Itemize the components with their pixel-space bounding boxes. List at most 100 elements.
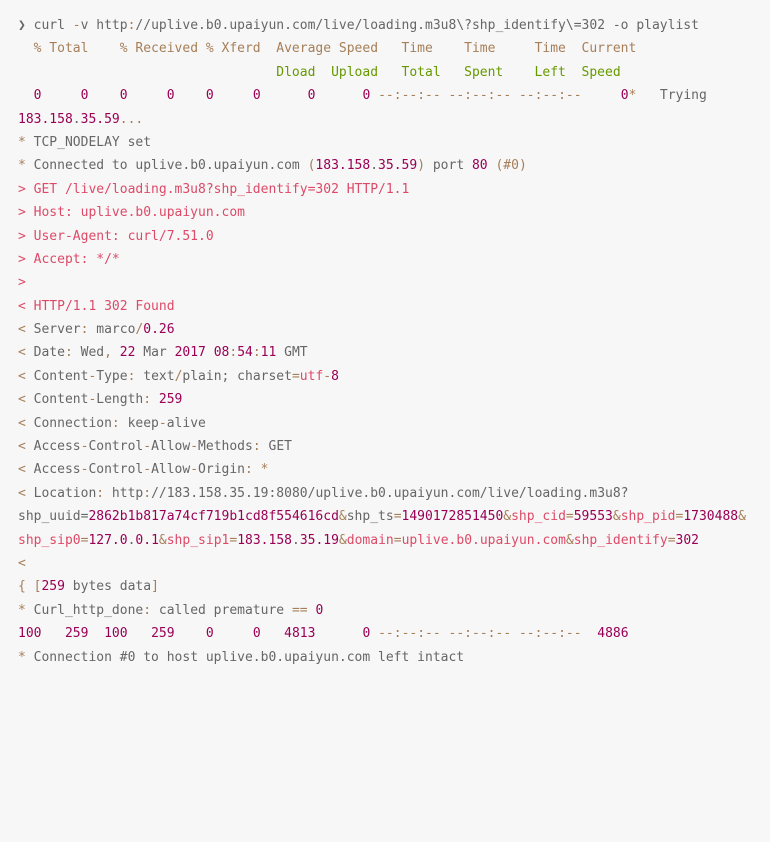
code-token: <	[18, 322, 26, 337]
code-token: Mar	[135, 345, 174, 360]
code-token: marco	[88, 322, 135, 337]
code-token: Control	[88, 462, 143, 477]
code-token: :	[65, 345, 73, 360]
code-token: 100	[104, 626, 127, 641]
code-token: Connected to uplive.b0.upaiyun.com	[26, 158, 308, 173]
code-token: 0	[253, 88, 261, 103]
code-token: <	[18, 486, 26, 501]
code-token: -	[159, 416, 167, 431]
code-token: utf	[300, 369, 323, 384]
code-token: <	[18, 462, 26, 477]
code-token: text	[135, 369, 174, 384]
code-token	[214, 88, 253, 103]
code-token: ==	[292, 603, 308, 618]
code-token: 35.59	[81, 112, 120, 127]
code-token: :	[253, 345, 261, 360]
code-token: > Host: uplive.b0.upaiyun.com	[18, 205, 245, 220]
code-token: :	[229, 345, 237, 360]
code-token	[41, 88, 80, 103]
code-token: 1730488	[683, 509, 738, 524]
code-token: <	[18, 369, 26, 384]
code-token: keep	[120, 416, 159, 431]
code-token: 183.158	[18, 112, 73, 127]
code-token: 127.0	[88, 533, 127, 548]
code-token: Access	[26, 462, 81, 477]
code-token	[261, 626, 284, 641]
code-token: <	[18, 416, 26, 431]
code-token	[88, 626, 104, 641]
code-token: Wed	[73, 345, 104, 360]
code-token: =	[292, 369, 300, 384]
code-token: <	[18, 556, 26, 571]
code-token: 35.59	[378, 158, 417, 173]
code-token: *	[18, 135, 26, 150]
code-token: shp_cid	[511, 509, 566, 524]
code-token: shp_sip1	[167, 533, 230, 548]
code-token: :	[143, 603, 151, 618]
code-token	[261, 88, 308, 103]
code-token: Connection	[26, 416, 112, 431]
code-token: &	[738, 509, 746, 524]
code-token: -	[190, 462, 198, 477]
code-token: )	[417, 158, 425, 173]
code-token: shp_sip0	[18, 533, 81, 548]
code-token: 0	[167, 88, 175, 103]
code-token: .	[73, 112, 81, 127]
code-token: &	[339, 509, 347, 524]
code-token: Allow	[151, 462, 190, 477]
code-token: &	[613, 509, 621, 524]
code-token: >	[18, 275, 26, 290]
code-token: --:--:-- --:--:-- --:--:--	[378, 626, 582, 641]
code-token: :	[112, 416, 120, 431]
code-token: -	[323, 369, 331, 384]
code-token: ]	[151, 579, 159, 594]
code-token: Connection #0 to host uplive.b0.upaiyun.…	[26, 650, 464, 665]
code-token: Length	[96, 392, 143, 407]
code-token: 35.19	[300, 533, 339, 548]
code-token: 302	[676, 533, 699, 548]
code-content: ❯ curl -v http://uplive.b0.upaiyun.com/l…	[18, 18, 746, 665]
code-token: :	[245, 462, 253, 477]
code-token: 259	[41, 579, 64, 594]
code-token: domain	[347, 533, 394, 548]
code-token: shp_pid	[621, 509, 676, 524]
code-token: :	[253, 439, 261, 454]
code-token: =	[394, 533, 402, 548]
code-token: -	[73, 18, 81, 33]
code-token	[214, 626, 253, 641]
code-token: bytes data	[65, 579, 151, 594]
code-token: 4813	[284, 626, 315, 641]
code-token: plain; charset	[182, 369, 292, 384]
code-token	[582, 626, 598, 641]
code-token: .	[370, 158, 378, 173]
code-token: Location	[26, 486, 96, 501]
code-token: =	[229, 533, 237, 548]
code-token	[128, 626, 151, 641]
code-token: Curl_http_done	[26, 603, 143, 618]
code-token: //uplive.b0.upaiyun.com/live/loading.m3u…	[135, 18, 699, 33]
code-token: < HTTP/1.1 302 Found	[18, 299, 175, 314]
code-token: Dload Upload Total Spent Left Speed	[276, 65, 620, 80]
code-token: {	[18, 579, 34, 594]
code-token: *	[18, 603, 26, 618]
code-token: 4886	[597, 626, 628, 641]
code-token: http	[104, 486, 143, 501]
code-token: 08	[214, 345, 230, 360]
code-token: 2862b1b817a74cf719b1cd8f554616cd	[88, 509, 338, 524]
code-token: -	[143, 462, 151, 477]
code-token	[41, 626, 64, 641]
code-token: 0	[253, 626, 261, 641]
code-token: &	[339, 533, 347, 548]
code-token: .	[292, 533, 300, 548]
code-token	[315, 626, 362, 641]
code-token: alive	[167, 416, 206, 431]
code-token: &	[566, 533, 574, 548]
code-token: 0	[120, 88, 128, 103]
code-token: Content	[26, 392, 89, 407]
code-token: Allow	[151, 439, 190, 454]
code-token: 100	[18, 626, 41, 641]
code-token: (#0)	[495, 158, 526, 173]
code-token: *	[261, 462, 269, 477]
code-token: Origin	[198, 462, 245, 477]
code-token: uplive.b0.upaiyun.com	[402, 533, 566, 548]
